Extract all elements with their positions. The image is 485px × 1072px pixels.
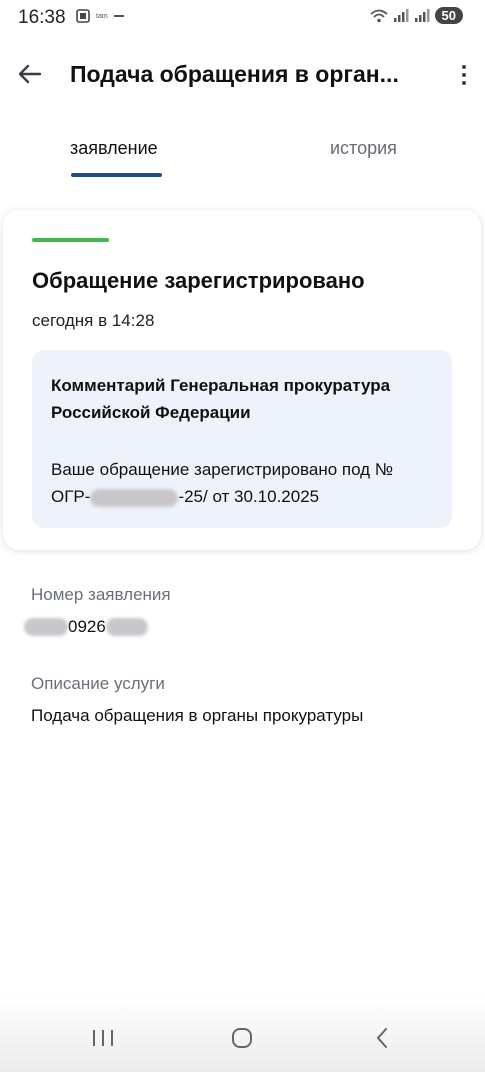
signal-2-icon <box>414 8 430 22</box>
dot-icon <box>462 65 466 69</box>
system-back-button[interactable] <box>362 1023 402 1053</box>
status-bar: 16:38 tam 50 <box>0 0 485 34</box>
comment-text-suffix: -25/ от 30.10.2025 <box>178 487 320 506</box>
wifi-icon <box>369 9 388 22</box>
service-description-label: Описание услуги <box>31 674 165 693</box>
status-indicator-line <box>32 238 109 242</box>
screenshot-icon <box>76 9 90 23</box>
chevron-left-icon <box>376 1028 387 1048</box>
system-nav-bar <box>0 995 485 1072</box>
status-card: Обращение зарегистрировано сегодня в 14:… <box>3 210 481 550</box>
status-time: 16:38 <box>18 7 66 28</box>
comment-text: Ваше обращение зарегистрировано под № ОГ… <box>51 456 443 510</box>
application-number-value: 0926 <box>24 617 148 637</box>
dot-icon <box>462 81 466 85</box>
dot-icon <box>462 73 466 77</box>
page-title: Подача обращения в орган... <box>70 61 399 87</box>
comment-text-line1: Ваше обращение зарегистрировано под № <box>51 460 394 479</box>
status-notifications: tam <box>76 9 124 23</box>
status-title: Обращение зарегистрировано <box>32 268 365 293</box>
redacted-block <box>24 618 68 636</box>
home-icon <box>232 1028 252 1048</box>
tab-bar: заявление история <box>0 130 485 180</box>
service-description-value: Подача обращения в органы прокуратуры <box>31 706 364 725</box>
app-header: Подача обращения в орган... <box>0 46 485 106</box>
recent-apps-button[interactable] <box>83 1023 123 1053</box>
dash-icon <box>113 15 124 17</box>
signal-icon <box>393 8 409 22</box>
home-button[interactable] <box>222 1023 262 1053</box>
recent-apps-icon <box>93 1030 113 1046</box>
comment-text-prefix: ОГР- <box>51 487 91 506</box>
back-button[interactable] <box>14 58 46 90</box>
application-number-visible: 0926 <box>68 617 106 636</box>
arrow-left-icon <box>18 64 42 84</box>
comment-box: Комментарий Генеральная прокуратура Росс… <box>32 350 452 528</box>
tab-history[interactable]: история <box>330 138 397 159</box>
redacted-block <box>105 618 148 636</box>
active-tab-indicator <box>71 173 162 177</box>
tab-statement[interactable]: заявление <box>70 138 158 159</box>
battery-indicator: 50 <box>434 7 463 24</box>
status-time-label: сегодня в 14:28 <box>32 311 155 330</box>
comment-title: Комментарий Генеральная прокуратура Росс… <box>51 376 391 422</box>
status-mini-label: tam <box>96 12 108 20</box>
more-options-button[interactable] <box>457 60 471 90</box>
redacted-block <box>90 488 179 507</box>
status-right: 50 <box>369 7 463 24</box>
application-number-label: Номер заявления <box>31 585 171 604</box>
